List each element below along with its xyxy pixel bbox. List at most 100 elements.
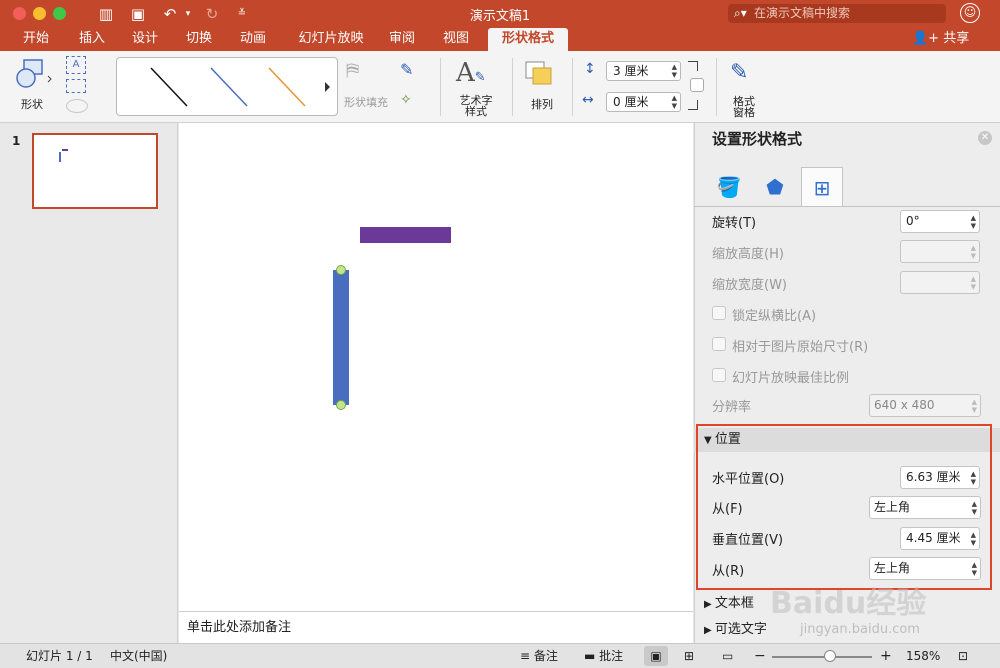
resolution-value: 640 x 480 [874,398,935,412]
zoom-out-icon[interactable]: − [754,644,766,668]
format-pane-button[interactable]: ✎ [730,60,760,90]
zoom-in-icon[interactable]: + [880,644,892,668]
shape-width-value: 0 厘米 [613,95,649,109]
lock-aspect-ratio-label: 锁定纵横比(A) [732,309,817,324]
shape-width-stepper[interactable]: 0 厘米 ▲ ▼ [606,92,681,112]
notes-input[interactable]: 单击此处添加备注 [179,611,693,643]
shape-effects-icon[interactable]: ✧ [400,92,422,110]
zoom-slider-thumb[interactable] [824,650,836,662]
fill-line-tab-icon[interactable]: 🪣 [708,167,750,207]
relative-original-checkbox [712,337,726,351]
arrange-label: 排列 [531,98,553,111]
size-properties-tab-icon[interactable]: ⊞ [801,167,843,207]
tab-view[interactable]: 视图 [434,28,478,50]
customize-toolbar-icon[interactable]: ≚ [232,4,252,24]
search-icon: ⌕▾ [734,6,747,20]
select-arrows-icon: ▲ ▼ [971,398,977,414]
tab-review[interactable]: 审阅 [380,28,424,50]
stepper-arrows-icon[interactable]: ▲ ▼ [971,214,976,230]
stepper-arrows-icon[interactable]: ▲ ▼ [672,63,677,79]
resolution-select: 640 x 480 ▲ ▼ [869,394,981,417]
undo-dropdown-icon[interactable]: ▾ [178,4,198,24]
share-button[interactable]: 👤+ 共享 [912,29,969,49]
rotation-input[interactable]: 0° ▲ ▼ [900,210,980,233]
pen-color-icon[interactable]: ✎ [400,60,422,82]
feedback-smiley-icon[interactable]: ☺ [960,3,980,23]
tab-shape-format[interactable]: 形状格式 [488,28,568,51]
resolution-label: 分辨率 [712,400,752,415]
thumb-shape-purple [62,149,68,151]
size-dialog-icon-2[interactable] [688,100,698,110]
scale-height-label: 缩放高度(H) [712,247,784,262]
zoom-level[interactable]: 158% [906,644,940,668]
tab-home[interactable]: 开始 [14,28,58,50]
undo-icon[interactable]: ↶ [160,4,180,24]
tab-design[interactable]: 设计 [123,28,167,50]
stepper-arrows-icon[interactable]: ▲ ▼ [672,94,677,110]
tab-animations[interactable]: 动画 [231,28,275,50]
wordart-icon: A [456,58,475,88]
notes-toggle[interactable]: ≡ 备注 [520,644,558,668]
thumb-shape-blue [59,152,61,162]
rotation-value: 0° [906,214,920,228]
search-input[interactable]: ⌕▾ 在演示文稿中搜索 [728,4,946,23]
wordart-styles-button[interactable]: A✎ [456,58,496,92]
line-style-blue[interactable] [210,67,248,107]
zoom-window-button[interactable] [53,7,66,20]
notes-toggle-label: 备注 [533,649,558,663]
draw-textbox-icon[interactable] [66,79,86,93]
add-person-icon: 👤+ [912,31,944,46]
line-style-gallery [150,67,330,107]
effects-tab-icon[interactable]: ⬟ [754,167,796,207]
size-dialog-icon[interactable] [688,61,698,71]
slide-sorter-icon[interactable]: ⊞ [684,644,694,668]
line-style-orange[interactable] [268,67,306,107]
baidu-watermark-url: jingyan.baidu.com [800,622,920,637]
comments-toggle-label: 批注 [599,649,624,663]
shapes-button[interactable] [12,58,54,98]
scale-width-label: 缩放宽度(W) [712,278,787,293]
wordart-brush-icon: ✎ [474,70,486,85]
redo-icon[interactable]: ↻ [202,4,222,24]
selection-handle-top[interactable] [336,265,346,275]
sidebar-toggle-icon[interactable]: ▥ [96,4,116,24]
shapes-icon [16,59,52,88]
tab-transitions[interactable]: 切换 [177,28,221,50]
position-highlight-box [696,424,992,590]
line-style-black[interactable] [150,67,188,107]
purple-rectangle[interactable] [360,227,451,243]
ribbon-separator [440,58,441,116]
fit-to-window-icon[interactable]: ⊡ [958,644,968,668]
shape-height-icon: ↕ [584,61,596,77]
paint-bucket-icon[interactable]: ⛿ [346,60,372,82]
ribbon-separator-3 [572,58,573,116]
close-panel-icon[interactable]: ✕ [978,131,992,145]
arrange-icon [525,61,552,85]
reading-view-icon[interactable]: ▭ [722,644,733,668]
scale-height-input: ▲ ▼ [900,240,980,263]
lock-aspect-checkbox[interactable] [690,78,704,92]
notes-icon: ≡ [520,649,534,663]
merge-shapes-icon[interactable] [66,99,88,113]
wordart-label: 艺术字 样式 [459,94,493,118]
shape-style-gallery[interactable] [116,57,338,116]
normal-view-icon[interactable]: ▣ [644,646,668,666]
save-icon[interactable]: ▣ [128,4,148,24]
tab-slideshow[interactable]: 幻灯片放映 [286,28,376,50]
zoom-slider-track[interactable] [772,656,872,658]
edit-shape-icon[interactable]: A [66,56,86,74]
blue-line-shape[interactable] [333,270,349,405]
minimize-window-button[interactable] [33,7,46,20]
comments-toggle[interactable]: ▬ 批注 [584,644,623,668]
slide-canvas[interactable] [179,123,693,611]
ribbon-separator-2 [512,58,513,116]
shape-height-stepper[interactable]: 3 厘米 ▲ ▼ [606,61,681,81]
tab-insert[interactable]: 插入 [70,28,114,50]
arrange-button[interactable] [524,60,554,90]
language-indicator[interactable]: 中文(中国) [110,644,167,668]
alt-text-section-label: 可选文字 [714,622,767,637]
selection-handle-bottom[interactable] [336,400,346,410]
close-window-button[interactable] [13,7,26,20]
slide-thumbnail[interactable] [32,133,158,209]
scale-width-input: ▲ ▼ [900,271,980,294]
